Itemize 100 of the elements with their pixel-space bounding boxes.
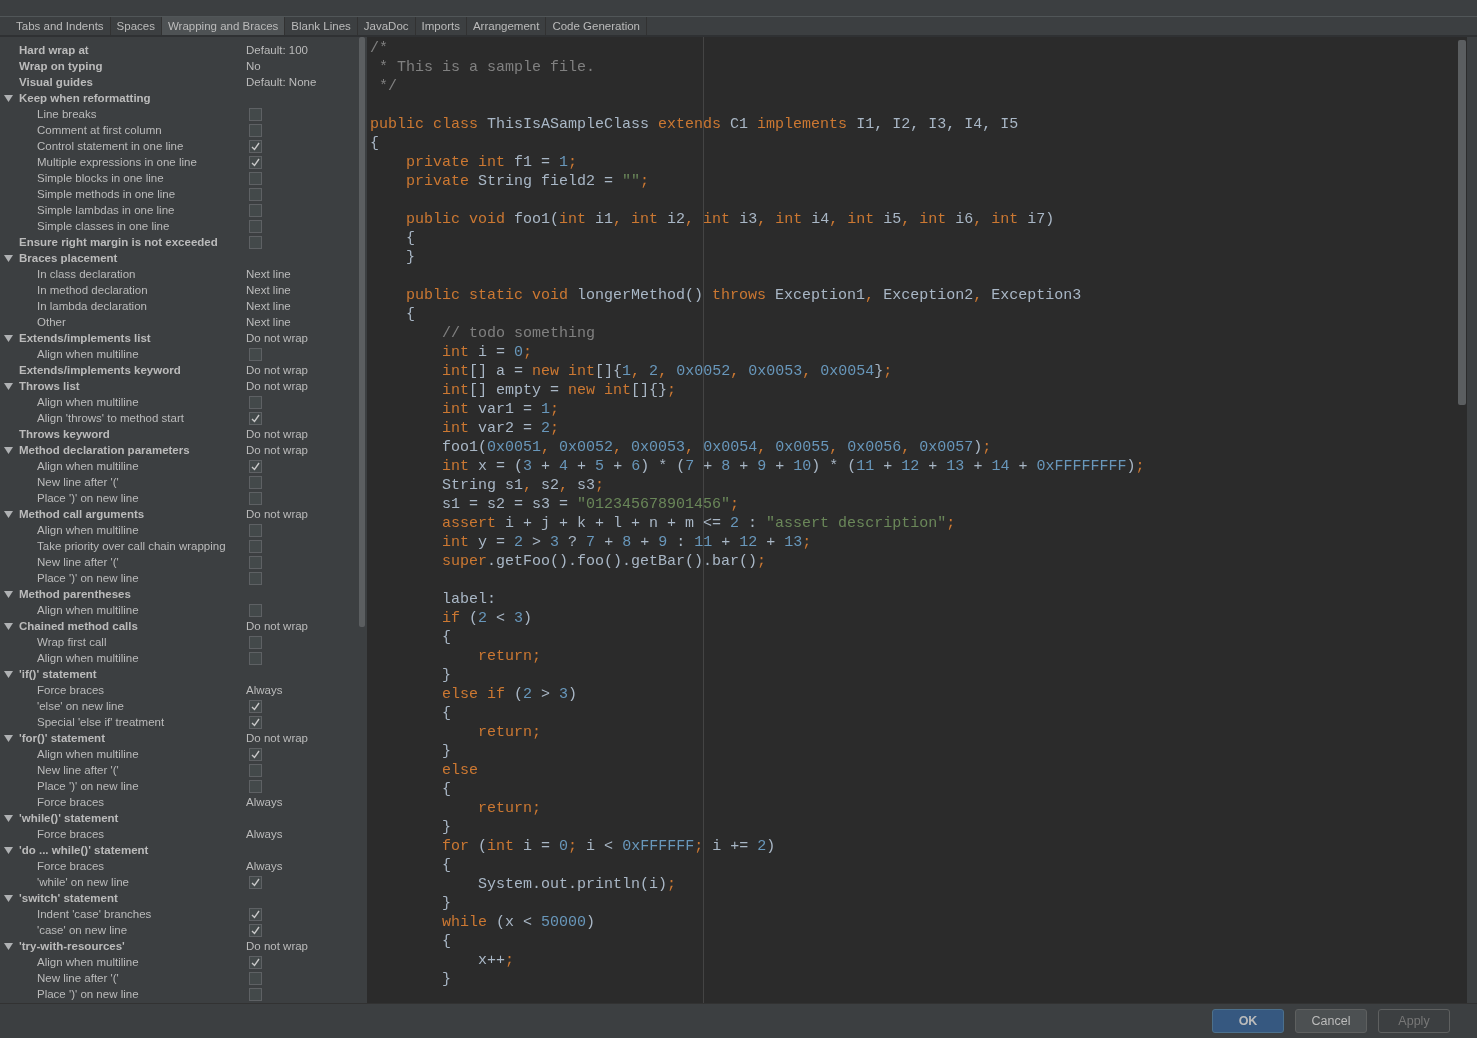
section-label: Hard wrap at (19, 43, 90, 58)
section-label: Throws keyword (19, 427, 111, 442)
code-line: return; (477, 799, 543, 818)
setting-value[interactable]: Do not wrap (246, 938, 308, 954)
section-label: 'while()' statement (19, 811, 120, 826)
setting-label: Force braces (37, 795, 106, 810)
expand-arrow-icon[interactable] (4, 445, 13, 455)
setting-value[interactable]: Next line (246, 282, 291, 298)
code-line: } (441, 818, 452, 837)
setting-label: In method declaration (37, 283, 149, 298)
expand-arrow-icon[interactable] (4, 941, 13, 951)
section-label: Ensure right margin is not exceeded (19, 235, 219, 250)
setting-value[interactable]: No (246, 58, 261, 74)
checkbox[interactable] (249, 171, 262, 185)
section-label: Extends/implements keyword (19, 363, 182, 378)
section-label: 'switch' statement (19, 891, 119, 906)
expand-arrow-icon[interactable] (4, 509, 13, 519)
checkbox[interactable] (249, 987, 262, 1001)
ok-button[interactable]: OK (1212, 1009, 1284, 1033)
code-line: // todo something (441, 324, 597, 343)
setting-label: Align when multiline (37, 955, 140, 970)
setting-value[interactable]: Default: 100 (246, 42, 308, 58)
checkbox[interactable] (249, 187, 262, 201)
dialog-button[interactable]: Cancel (1295, 1009, 1367, 1033)
checkbox[interactable] (249, 555, 262, 569)
setting-label: Simple classes in one line (37, 219, 171, 234)
checkbox[interactable] (249, 603, 262, 617)
expand-arrow-icon[interactable] (4, 253, 13, 263)
tab[interactable]: Wrapping and Braces (161, 17, 286, 35)
setting-value[interactable]: Do not wrap (246, 618, 308, 634)
checkbox[interactable] (249, 635, 262, 649)
checkbox[interactable] (249, 411, 262, 425)
checkbox[interactable] (249, 459, 262, 473)
setting-value[interactable]: Always (246, 794, 283, 810)
expand-arrow-icon[interactable] (4, 381, 13, 391)
checkbox[interactable] (249, 235, 262, 249)
setting-value[interactable]: Do not wrap (246, 330, 308, 346)
checkbox[interactable] (249, 763, 262, 777)
setting-value[interactable]: Always (246, 682, 283, 698)
checkbox[interactable] (249, 491, 262, 505)
checkbox[interactable] (249, 875, 262, 889)
checkbox[interactable] (249, 747, 262, 761)
expand-arrow-icon[interactable] (4, 893, 13, 903)
checkbox[interactable] (249, 123, 262, 137)
checkbox[interactable] (249, 907, 262, 921)
setting-value[interactable]: Always (246, 826, 283, 842)
setting-value[interactable]: Always (246, 858, 283, 874)
setting-value[interactable]: Do not wrap (246, 442, 308, 458)
code-line: } (441, 666, 452, 685)
checkbox[interactable] (249, 715, 262, 729)
checkbox[interactable] (249, 779, 262, 793)
setting-value[interactable]: Do not wrap (246, 362, 308, 378)
scrollbar-thumb[interactable] (1458, 40, 1466, 405)
code-line: { (405, 305, 416, 324)
setting-value[interactable]: Default: None (246, 74, 317, 90)
expand-arrow-icon[interactable] (4, 589, 13, 599)
checkbox[interactable] (249, 971, 262, 985)
setting-value[interactable]: Do not wrap (246, 730, 308, 746)
checkbox[interactable] (249, 107, 262, 121)
code-line: int var2 = 2; (441, 419, 561, 438)
setting-label: Align when multiline (37, 347, 140, 362)
checkbox[interactable] (249, 699, 262, 713)
checkbox[interactable] (249, 651, 262, 665)
setting-value[interactable]: Next line (246, 298, 291, 314)
setting-value[interactable]: Next line (246, 314, 291, 330)
setting-label: Place ')' on new line (37, 779, 140, 794)
checkbox[interactable] (249, 539, 262, 553)
checkbox[interactable] (249, 219, 262, 233)
checkbox[interactable] (249, 475, 262, 489)
checkbox[interactable] (249, 923, 262, 937)
checkbox[interactable] (249, 571, 262, 585)
setting-value[interactable]: Do not wrap (246, 506, 308, 522)
code-line: return; (477, 647, 543, 666)
expand-arrow-icon[interactable] (4, 333, 13, 343)
expand-arrow-icon[interactable] (4, 669, 13, 679)
code-line: int i = 0; (441, 343, 534, 362)
expand-arrow-icon[interactable] (4, 813, 13, 823)
expand-arrow-icon[interactable] (4, 93, 13, 103)
checkbox[interactable] (249, 523, 262, 537)
setting-label: Indent 'case' branches (37, 907, 153, 922)
code-line: public void foo1(int i1, int i2, int i3, int i4, int i5, int i6, int i7) (405, 210, 1056, 229)
section-label: Method parentheses (19, 587, 132, 602)
checkbox[interactable] (249, 139, 262, 153)
checkbox[interactable] (249, 395, 262, 409)
scrollbar-thumb[interactable] (359, 37, 365, 627)
expand-arrow-icon[interactable] (4, 733, 13, 743)
setting-label: Place ')' on new line (37, 571, 140, 586)
code-line: { (441, 780, 452, 799)
setting-value[interactable]: Do not wrap (246, 378, 308, 394)
checkbox[interactable] (249, 955, 262, 969)
checkbox[interactable] (249, 155, 262, 169)
setting-value[interactable]: Do not wrap (246, 426, 308, 442)
setting-label: Control statement in one line (37, 139, 185, 154)
checkbox[interactable] (249, 203, 262, 217)
expand-arrow-icon[interactable] (4, 845, 13, 855)
expand-arrow-icon[interactable] (4, 621, 13, 631)
code-line: { (441, 704, 452, 723)
code-line: public class ThisIsASampleClass extends C1 implements I1, I2, I3, I4, I5 (370, 115, 1020, 134)
setting-value[interactable]: Next line (246, 266, 291, 282)
checkbox[interactable] (249, 347, 262, 361)
